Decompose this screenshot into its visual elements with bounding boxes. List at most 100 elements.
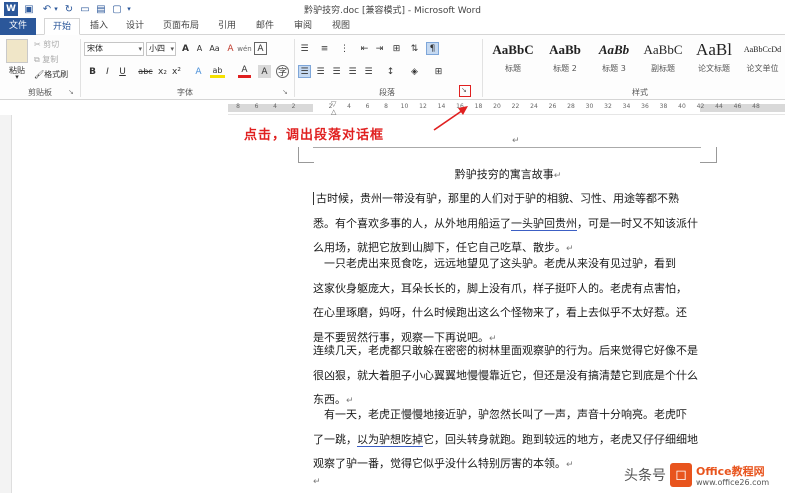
decrease-indent-icon[interactable]: ⇤: [358, 42, 371, 55]
style-heading-2[interactable]: AaBb 标题 2: [540, 37, 590, 83]
line-text: 了一跳，: [313, 432, 357, 446]
group-label-styles: 样式: [632, 88, 648, 97]
font-size-combo[interactable]: 小四 ▾: [146, 42, 176, 56]
font-color-button[interactable]: A: [238, 65, 251, 78]
page-corner-mark: [298, 147, 299, 163]
ruler-number: 24: [530, 103, 538, 110]
vertical-ruler[interactable]: [0, 115, 12, 493]
text-line: 在心里琢磨，妈呀，什么时候跑出这么个怪物来了，看上去似乎不太好惹。还: [313, 306, 687, 319]
phonetic-guide-button[interactable]: wén: [237, 42, 251, 55]
subscript-button[interactable]: x₂: [156, 65, 169, 78]
ribbon: 粘贴 ▾ ✂ 剪切 ⧉ 复制 🖌格式刷 剪贴板 ↘ 宋体 ▾ 小四 ▾ A A Aa…: [0, 35, 785, 100]
ruler-number: 36: [641, 103, 649, 110]
chinese-layout-icon[interactable]: ⊞: [390, 42, 403, 55]
superscript-button[interactable]: x²: [170, 65, 183, 78]
shrink-font-button[interactable]: A: [193, 42, 206, 55]
line-text: 观察了驴一番，觉得它似乎没什么特别厉害的本领。: [313, 457, 566, 470]
bullets-icon[interactable]: ☰: [298, 42, 311, 55]
format-painter-button[interactable]: 🖌格式刷: [34, 69, 68, 80]
copy-label: 复制: [42, 55, 59, 64]
tab-mailings[interactable]: 邮件: [248, 18, 282, 35]
ruler-number: 10: [400, 103, 409, 110]
character-shading-button[interactable]: A: [258, 65, 271, 78]
text-line: 连续几天，老虎都只敢躲在密密的树林里面观察驴的行为。后来觉得它好像不是: [313, 344, 698, 357]
tab-view[interactable]: 视图: [324, 18, 358, 35]
style-sample: AaBbC: [492, 42, 534, 57]
watermark-source: 头条号: [624, 468, 666, 484]
multilevel-list-icon[interactable]: ⋮: [338, 42, 351, 55]
align-center-icon[interactable]: ☰: [314, 65, 327, 78]
bold-button[interactable]: B: [86, 65, 99, 78]
ruler-number: 12: [419, 103, 427, 110]
ruler-number: 40: [678, 103, 686, 110]
italic-button[interactable]: I: [101, 65, 114, 78]
show-marks-icon[interactable]: ¶: [426, 42, 439, 55]
ribbon-tabs: 文件 开始 插入 设计 页面布局 引用 邮件 审阅 视图: [0, 18, 785, 35]
strikethrough-button[interactable]: abc: [137, 65, 154, 78]
group-label-font: 字体: [177, 88, 193, 97]
watermark-url: www.office26.com: [696, 478, 770, 487]
horizontal-ruler[interactable]: ▽ △ 8 6 4 2 2 4 6 8 10 12 14 16 18 20 22 24 26 28 30 32 34 36…: [228, 100, 785, 116]
borders-icon[interactable]: ⊞: [432, 65, 445, 78]
font-name-combo[interactable]: 宋体 ▾: [84, 42, 144, 56]
chevron-down-icon: ▾: [138, 45, 142, 53]
annotation-text: 点击，调出段落对话框: [244, 128, 385, 143]
align-left-icon[interactable]: ☰: [298, 65, 311, 78]
font-launcher-icon[interactable]: ↘: [282, 88, 288, 96]
annotation-arrow-icon: [433, 106, 468, 131]
ruler-number: 8: [384, 103, 388, 110]
line-text: 悉。有个喜欢多事的人，从外地用船运了: [313, 216, 511, 230]
tab-insert[interactable]: 插入: [82, 18, 116, 35]
cut-button[interactable]: ✂ 剪切: [34, 39, 59, 50]
text-effects-button[interactable]: A: [192, 65, 205, 78]
shading-icon[interactable]: ◈: [408, 65, 421, 78]
style-sample: AaBb: [549, 42, 581, 57]
line-text: ，可是一时又不知该派什: [577, 216, 698, 230]
tab-page-layout[interactable]: 页面布局: [156, 18, 206, 35]
highlight-button[interactable]: ab: [210, 65, 225, 78]
style-paper-title[interactable]: AaBl 论文标题: [690, 37, 738, 83]
ruler-number: 4: [347, 103, 351, 110]
header-divider: [313, 147, 701, 148]
line-spacing-icon[interactable]: ↕: [384, 65, 397, 78]
grow-font-button[interactable]: A: [179, 42, 192, 55]
increase-indent-icon[interactable]: ⇥: [373, 42, 386, 55]
copy-button[interactable]: ⧉ 复制: [34, 54, 58, 65]
tab-home[interactable]: 开始: [44, 18, 80, 35]
tab-design[interactable]: 设计: [118, 18, 152, 35]
sort-icon[interactable]: ⇅: [408, 42, 421, 55]
ruler-number: 34: [622, 103, 631, 110]
style-sample: AaBb: [598, 42, 630, 57]
chevron-down-icon: ▾: [170, 45, 174, 53]
paragraph-launcher-icon[interactable]: ↘: [461, 86, 467, 94]
window-title: 黔驴技穷.doc [兼容模式] - Microsoft Word: [304, 6, 481, 16]
numbering-icon[interactable]: ≡: [318, 42, 331, 55]
text-line: 一只老虎出来觅食吃，远远地望见了这头驴。老虎从来没有见过驴，看到: [313, 257, 676, 270]
document-title: 黔驴技穷的寓言故事↵: [313, 163, 703, 189]
character-border-button[interactable]: A: [254, 42, 267, 55]
style-title[interactable]: AaBbC 标题: [488, 37, 538, 83]
enclose-characters-button[interactable]: 字: [276, 65, 289, 78]
ruler-number: 6: [254, 103, 259, 110]
ruler-number: 4: [273, 103, 277, 110]
tab-review[interactable]: 审阅: [286, 18, 320, 35]
justify-icon[interactable]: ☰: [346, 65, 359, 78]
tab-references[interactable]: 引用: [210, 18, 244, 35]
align-right-icon[interactable]: ☰: [330, 65, 343, 78]
style-paper-unit[interactable]: AaBbCcDd 论文单位: [740, 37, 785, 83]
clear-formatting-button[interactable]: A: [224, 42, 237, 55]
grammar-underlined-text[interactable]: 以为驴想吃掉: [357, 432, 423, 447]
distributed-icon[interactable]: ☰: [362, 65, 375, 78]
paste-dropdown-icon[interactable]: ▾: [4, 73, 30, 81]
cut-icon: ✂: [34, 40, 44, 49]
tab-file[interactable]: 文件: [0, 18, 36, 35]
style-subtitle[interactable]: AaBbC 副标题: [638, 37, 688, 83]
style-heading-3[interactable]: AaBb 标题 3: [592, 37, 636, 83]
change-case-button[interactable]: Aa: [208, 42, 221, 55]
style-name: 标题 3: [602, 64, 626, 73]
clipboard-launcher-icon[interactable]: ↘: [68, 88, 74, 96]
paste-icon[interactable]: [6, 39, 28, 63]
paragraph-mark: ↵: [566, 460, 574, 470]
grammar-underlined-text[interactable]: 一头驴回贵州: [511, 216, 577, 231]
underline-button[interactable]: U: [116, 65, 129, 78]
